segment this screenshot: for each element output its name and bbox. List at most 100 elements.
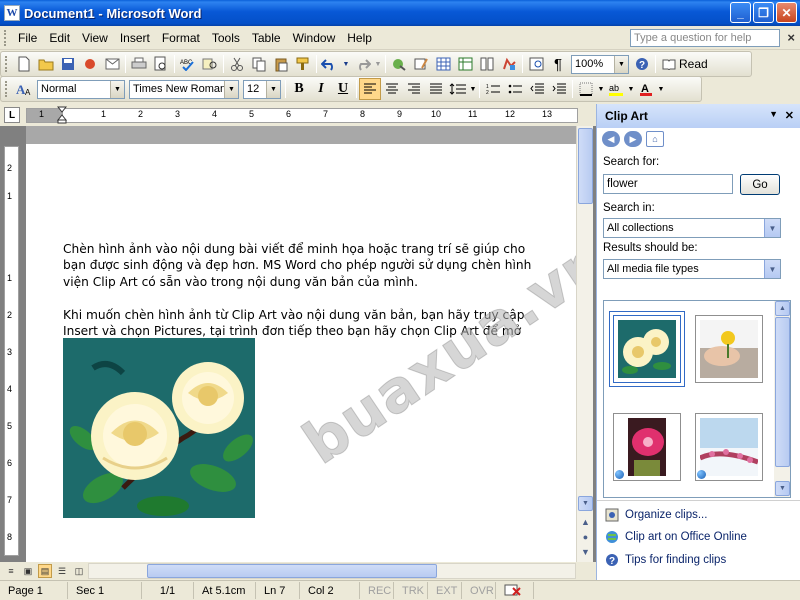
research-icon[interactable] [199,53,221,75]
borders-dropdown-icon[interactable]: ▼ [597,78,605,100]
indent-marker-icon[interactable] [57,106,67,124]
bullets-icon[interactable] [504,78,526,100]
normal-view-icon[interactable]: ≡ [4,564,18,578]
print-preview-icon[interactable] [150,53,172,75]
clip-result-item[interactable] [613,413,681,481]
paste-icon[interactable] [270,53,292,75]
web-layout-view-icon[interactable]: ▣ [21,564,35,578]
minimize-button[interactable]: _ [730,2,751,23]
organize-clips-link[interactable]: Organize clips... [605,508,707,522]
borders-icon[interactable] [575,78,597,100]
scroll-up-icon[interactable]: ▲ [775,301,790,316]
show-hide-icon[interactable]: ¶ [547,53,569,75]
results-scroll-thumb[interactable] [775,317,790,467]
menu-help[interactable]: Help [341,29,378,47]
home-icon[interactable]: ⌂ [646,131,664,147]
forward-icon[interactable]: ▶ [624,131,642,147]
insert-excel-icon[interactable] [454,53,476,75]
scroll-down-icon[interactable]: ▼ [578,496,593,511]
spelling-status-icon[interactable] [496,582,534,599]
document-close-icon[interactable]: × [787,30,795,45]
toolbar-grip[interactable] [5,56,8,72]
print-icon[interactable] [128,53,150,75]
menu-edit[interactable]: Edit [43,29,76,47]
styles-formatting-icon[interactable]: AA [13,78,35,100]
tables-borders-icon[interactable] [410,53,432,75]
format-painter-icon[interactable] [292,53,314,75]
hyperlink-icon[interactable] [388,53,410,75]
status-rec[interactable]: REC [360,582,394,599]
chevron-down-icon[interactable]: ▼ [266,80,280,98]
chevron-down-icon[interactable]: ▼ [224,80,238,98]
status-ext[interactable]: EXT [428,582,462,599]
line-spacing-icon[interactable] [447,78,469,100]
close-button[interactable]: ✕ [776,2,797,23]
chevron-down-icon[interactable]: ▼ [614,55,628,73]
clip-art-online-link[interactable]: Clip art on Office Online [605,530,747,544]
go-button[interactable]: Go [740,174,780,195]
menu-format[interactable]: Format [156,29,206,47]
back-icon[interactable]: ◀ [602,131,620,147]
chevron-down-icon[interactable]: ▼ [764,219,780,237]
menu-insert[interactable]: Insert [114,29,156,47]
justify-icon[interactable] [425,78,447,100]
increase-indent-icon[interactable] [548,78,570,100]
menu-table[interactable]: Table [246,29,287,47]
redo-icon[interactable] [351,53,373,75]
help-icon[interactable]: ? [631,53,653,75]
menu-file[interactable]: File [12,29,43,47]
zoom-select[interactable]: 100% ▼ [571,54,629,74]
results-scrollbar[interactable]: ▲ ▼ [774,301,790,497]
menu-grip[interactable] [4,29,7,46]
undo-dropdown-icon[interactable]: ▼ [341,53,351,75]
font-size-select[interactable]: 12 ▼ [243,79,281,99]
maximize-button[interactable]: ❐ [753,2,774,23]
save-disk-icon[interactable] [57,53,79,75]
document-page[interactable]: Chèn hình ảnh vào nội dung bài viết để m… [26,126,576,562]
drawing-icon[interactable] [498,53,520,75]
style-select[interactable]: Normal ▼ [37,79,125,99]
new-document-icon[interactable] [13,53,35,75]
browse-object-icon[interactable]: ● [578,529,593,544]
italic-button[interactable]: I [310,78,332,100]
spelling-grammar-icon[interactable]: ABC [177,53,199,75]
insert-table-icon[interactable] [432,53,454,75]
open-folder-icon[interactable] [35,53,57,75]
clip-result-item[interactable] [695,413,763,481]
align-center-icon[interactable] [381,78,403,100]
highlight-icon[interactable]: ab [605,78,627,100]
toolbar-grip[interactable] [5,81,8,97]
media-type-select[interactable]: All media file types ▼ [603,259,781,279]
scroll-down-icon[interactable]: ▼ [775,481,790,496]
outline-view-icon[interactable]: ☰ [55,564,69,578]
horizontal-scrollbar[interactable] [88,563,576,579]
help-question-input[interactable]: Type a question for help [630,29,780,47]
task-pane-close-icon[interactable]: ✕ [785,109,794,122]
vertical-scroll-thumb[interactable] [578,128,593,204]
font-color-dropdown-icon[interactable]: ▼ [657,78,665,100]
email-icon[interactable] [101,53,123,75]
menu-window[interactable]: Window [287,29,342,47]
clip-result-item[interactable] [609,311,685,387]
menu-view[interactable]: View [76,29,114,47]
tab-selector[interactable]: L [4,107,20,123]
rose-clipart-image[interactable] [63,338,255,518]
previous-page-icon[interactable]: ▲ [578,514,593,529]
document-map-icon[interactable] [525,53,547,75]
undo-icon[interactable] [319,53,341,75]
align-right-icon[interactable] [403,78,425,100]
cut-icon[interactable] [226,53,248,75]
read-button[interactable]: Read [658,57,712,71]
reading-layout-view-icon[interactable]: ◫ [72,564,86,578]
vertical-scrollbar[interactable]: ▼ ▲ ● ▼ [576,126,593,562]
clip-result-item[interactable] [695,315,763,383]
print-layout-view-icon[interactable]: ▤ [38,564,52,578]
chevron-down-icon[interactable]: ▼ [764,260,780,278]
tips-finding-clips-link[interactable]: ? Tips for finding clips [605,553,726,567]
search-in-select[interactable]: All collections ▼ [603,218,781,238]
search-input[interactable]: flower [603,174,733,194]
bold-button[interactable]: B [288,78,310,100]
status-trk[interactable]: TRK [394,582,428,599]
highlight-dropdown-icon[interactable]: ▼ [627,78,635,100]
columns-icon[interactable] [476,53,498,75]
